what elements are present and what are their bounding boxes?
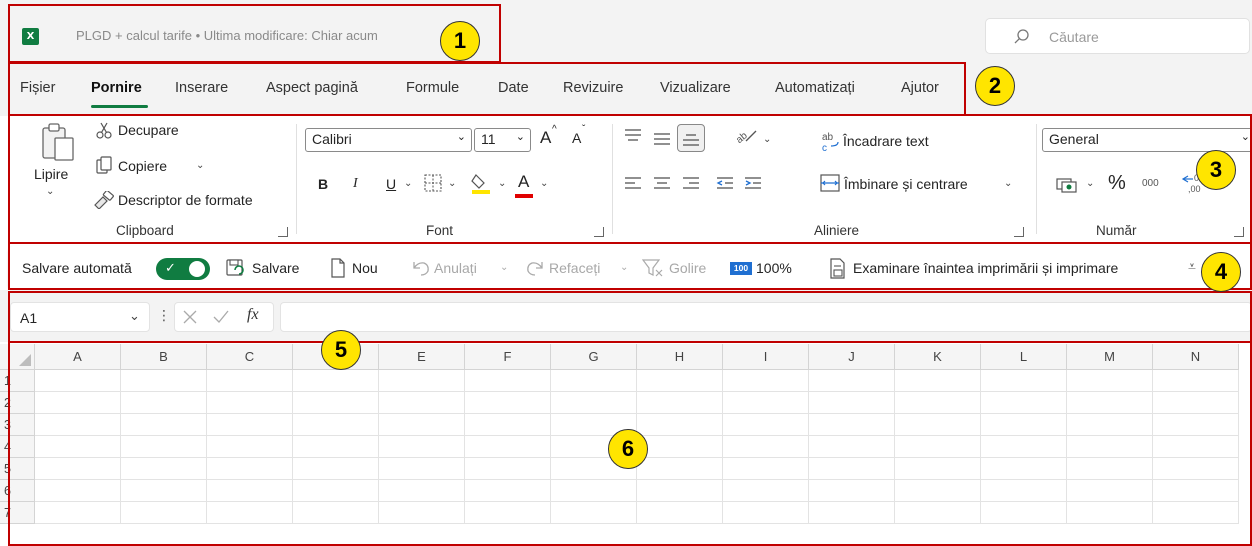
search-icon [1014, 29, 1029, 44]
search-input[interactable]: Căutare [985, 18, 1250, 54]
annotation-badge: 6 [608, 429, 648, 469]
annotation-frame-menu [8, 62, 966, 116]
annotation-badge: 4 [1201, 252, 1241, 292]
annotation-frame-title [8, 4, 501, 63]
annotation-frame-toolbar [8, 242, 1252, 290]
annotation-badge: 1 [440, 21, 480, 61]
search-placeholder: Căutare [1049, 29, 1099, 45]
annotation-badge: 5 [321, 330, 361, 370]
annotation-badge: 2 [975, 66, 1015, 106]
annotation-frame-formula [8, 291, 1252, 343]
annotation-frame-ribbon [8, 114, 1252, 244]
annotation-badge: 3 [1196, 150, 1236, 190]
